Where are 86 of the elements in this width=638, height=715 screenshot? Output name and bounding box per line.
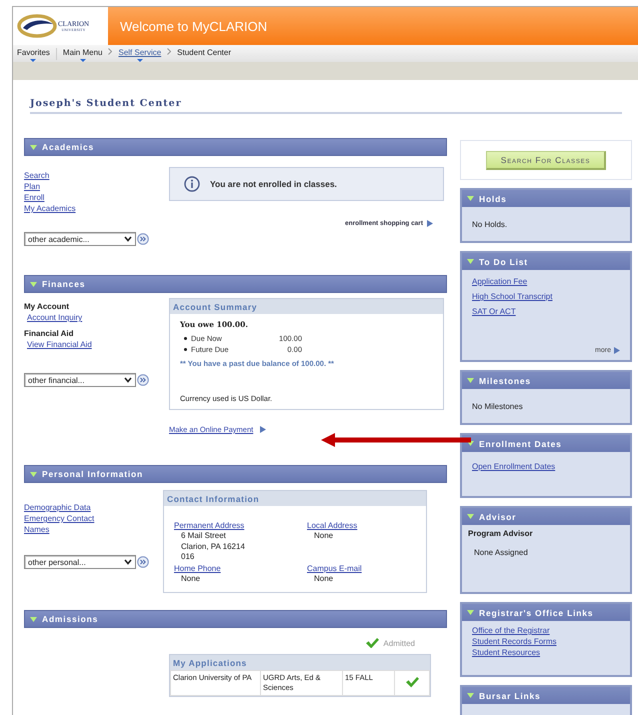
section-title: Finances [42,279,86,289]
contact-value: Clarion, PA 16214 [180,542,246,552]
category-dropdown[interactable]: other academic... [24,232,136,246]
panel-title: Enrollment Dates [479,438,562,448]
personal-link[interactable]: Demographic Data [24,502,163,513]
category-dropdown[interactable]: other financial... [24,373,136,387]
play-icon [260,426,266,433]
bullet-icon [184,348,187,351]
chevron-icon [167,48,172,55]
breadcrumb-item[interactable]: Self Service [118,48,162,60]
advisor-heading: Program Advisor [468,528,534,539]
panel-title: To Do List [479,256,528,266]
collapse-icon[interactable] [30,144,37,150]
section-title: Personal Information [42,469,144,479]
collapse-icon[interactable] [467,693,474,698]
panel-link[interactable]: SAT Or ACT [472,304,620,319]
collapse-icon[interactable] [30,472,37,476]
panel-title: Registrar's Office Links [479,608,594,618]
contact-link[interactable]: Campus E-mail [307,562,426,574]
panel-text: No Holds. [472,218,508,230]
contact-value: 016 [180,552,196,562]
panel-link[interactable]: Student Records Forms [472,636,620,647]
bullet-icon [184,337,187,340]
contact-value: None [180,574,202,584]
academics-link[interactable]: Enroll [24,192,169,203]
collapse-icon[interactable] [467,610,474,615]
personal-link[interactable]: Names [24,524,163,535]
group-heading: Financial Aid [24,328,74,339]
divider-icon [56,48,57,60]
status-text: Admitted [383,638,415,648]
panel-title: Account Summary [170,299,443,314]
panel-link[interactable]: Student Resources [472,647,620,658]
academics-link[interactable]: Search [24,170,169,181]
chevron-icon [108,48,112,55]
panel-title: Contact Information [164,491,426,506]
panel-title: My Applications [170,655,430,670]
personal-link[interactable]: Emergency Contact [24,513,163,524]
collapse-icon[interactable] [30,616,37,622]
collapse-icon[interactable] [467,514,474,519]
breadcrumb-item[interactable]: Student Center [177,48,231,60]
contact-value: None [313,574,334,584]
academics-link[interactable]: My Academics [24,203,169,214]
contact-link[interactable]: Permanent Address [174,520,307,531]
go-button[interactable] [137,233,149,245]
info-icon [184,176,200,192]
banner-title: Welcome to MyCLARION [120,18,268,34]
panel-link[interactable]: Open Enrollment Dates [472,461,620,472]
chevron-down-icon [124,377,132,383]
go-button[interactable] [137,374,149,386]
panel-title: Advisor [479,512,516,522]
search-classes-button[interactable]: Search For Classes [486,150,606,170]
panel-link[interactable]: Application Fee [472,274,620,289]
panel-text: No Milestones [472,400,524,412]
check-icon [366,638,380,648]
group-heading: My Account [24,301,70,312]
finance-link[interactable]: View Financial Aid [27,339,169,350]
collapse-icon[interactable] [467,259,474,264]
breadcrumb-item[interactable]: Favorites [17,48,50,60]
section-title: Admissions [42,614,98,624]
page-title: Joseph's Student Center [30,98,622,114]
check-icon [406,677,418,688]
contact-value: None [313,531,334,542]
play-icon [427,220,433,227]
play-icon [614,347,620,354]
panel-title: Milestones [479,376,531,386]
advisor-text: None Assigned [474,547,529,558]
go-button[interactable] [137,556,149,568]
contact-link[interactable]: Home Phone [174,562,307,574]
section-title: Academics [42,142,94,152]
contact-link[interactable]: Local Address [307,520,426,531]
contact-value: 6 Mail Street [180,531,227,542]
notice-text: You are not enrolled in classes. [210,179,337,189]
collapse-icon[interactable] [467,378,474,383]
collapse-icon[interactable] [30,282,37,286]
academics-link[interactable]: Plan [24,181,169,192]
breadcrumb-item[interactable]: Main Menu [62,48,102,60]
category-dropdown[interactable]: other personal... [24,555,136,569]
logo-icon [17,12,57,40]
collapse-icon[interactable] [467,196,474,201]
finance-link[interactable]: Account Inquiry [27,312,169,323]
panel-link[interactable]: Office of the Registrar [472,625,620,636]
chevron-down-icon [124,559,132,565]
panel-title: Bursar Links [479,690,541,700]
chevron-down-icon [124,236,132,242]
panel-link[interactable]: High School Transcript [472,289,620,304]
panel-title: Holds [479,194,507,204]
